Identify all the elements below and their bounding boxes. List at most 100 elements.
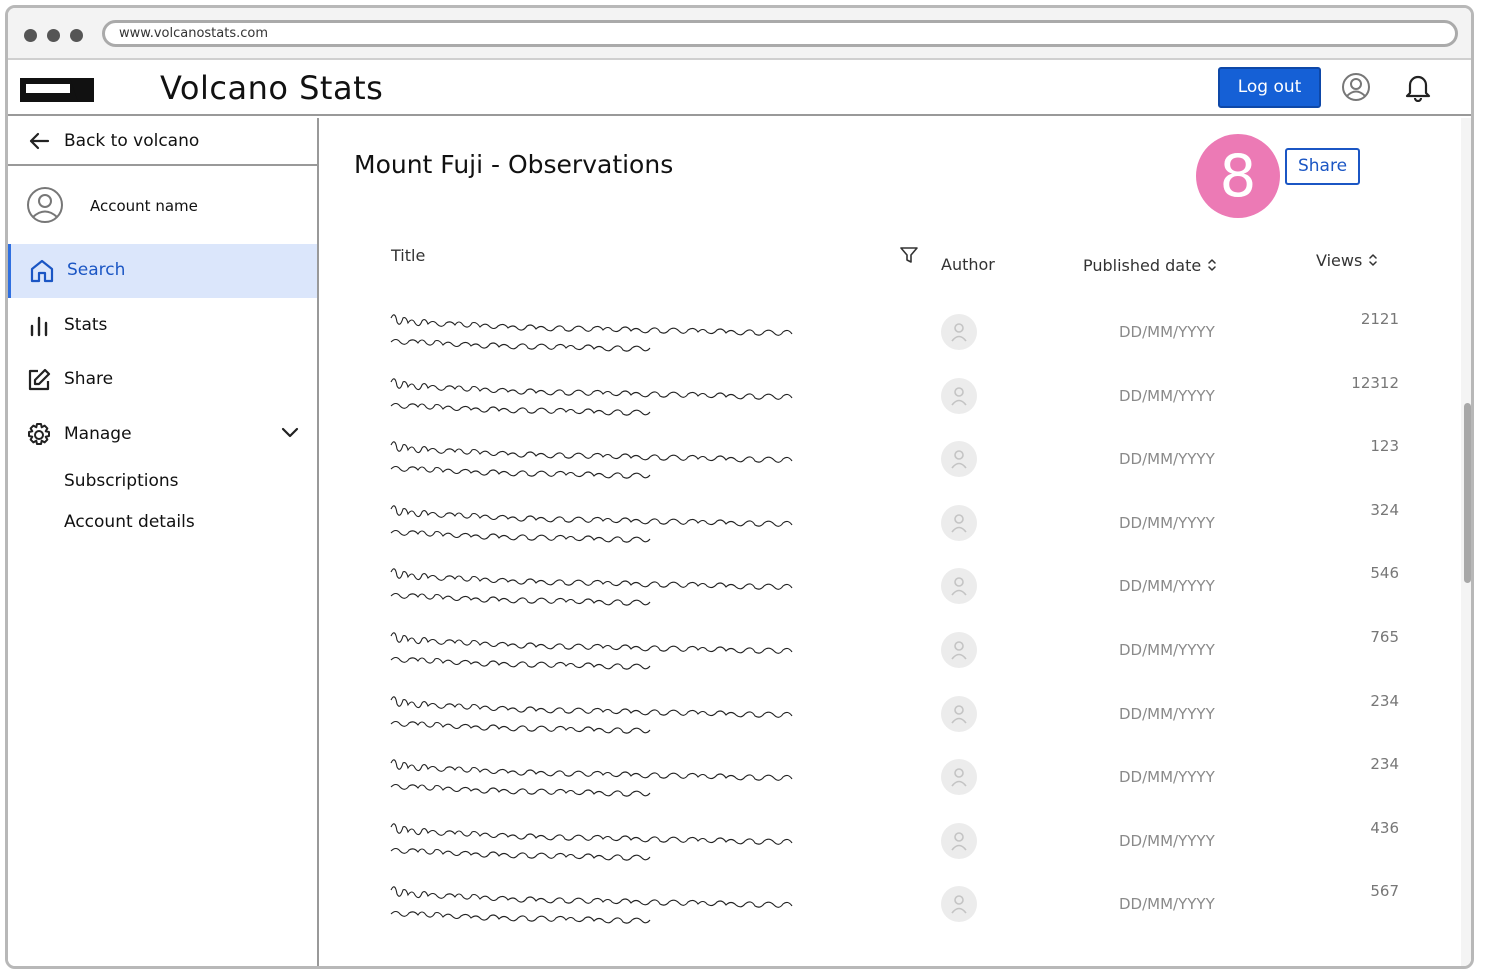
user-placeholder-icon <box>951 386 967 406</box>
column-header-author[interactable]: Author <box>941 255 995 274</box>
sidebar-item-stats[interactable]: Stats <box>8 299 317 353</box>
bar-chart-icon <box>30 316 48 337</box>
table-row[interactable]: DD/MM/YYYY 2121 <box>389 310 1399 374</box>
title-scribble <box>390 377 793 416</box>
window-close-dot[interactable] <box>24 29 37 42</box>
views-count: 234 <box>1370 691 1399 710</box>
share-button[interactable]: Share <box>1285 148 1360 185</box>
filter-icon[interactable] <box>900 246 918 264</box>
notification-bell-icon[interactable] <box>1404 72 1432 102</box>
table-row[interactable]: DD/MM/YYYY 436 <box>389 819 1399 883</box>
user-placeholder-icon <box>951 577 967 596</box>
user-placeholder-icon <box>951 768 967 787</box>
table-row[interactable]: DD/MM/YYYY 234 <box>389 755 1399 819</box>
annotation-badge: 8 <box>1196 134 1280 218</box>
author-avatar[interactable] <box>941 886 977 923</box>
published-date: DD/MM/YYYY <box>1119 513 1215 532</box>
window-minimize-dot[interactable] <box>47 29 60 42</box>
sort-icon[interactable] <box>1368 252 1378 268</box>
app-title: Volcano Stats <box>160 69 384 107</box>
views-count: 2121 <box>1360 310 1399 328</box>
views-count: 324 <box>1370 500 1399 519</box>
browser-toolbar: www.volcanostats.com <box>8 8 1471 60</box>
views-count: 12312 <box>1351 373 1399 392</box>
back-label: Back to volcano <box>64 131 200 151</box>
user-placeholder-icon <box>951 831 967 851</box>
page-title: Mount Fuji - Observations <box>354 150 674 179</box>
table-row[interactable]: DD/MM/YYYY 234 <box>389 692 1399 756</box>
sidebar-item-share[interactable]: Share <box>8 353 317 407</box>
views-count: 123 <box>1370 437 1399 456</box>
published-date: DD/MM/YYYY <box>1119 704 1215 723</box>
table-row[interactable]: DD/MM/YYYY 12312 <box>389 374 1399 438</box>
views-count: 436 <box>1370 818 1399 837</box>
chevron-down-icon[interactable] <box>280 426 300 440</box>
user-placeholder-icon <box>951 513 967 533</box>
views-count: 234 <box>1370 755 1399 774</box>
user-placeholder-icon <box>951 641 967 660</box>
author-avatar[interactable] <box>941 822 977 859</box>
table-row[interactable]: DD/MM/YYYY 546 <box>389 564 1399 628</box>
author-avatar[interactable] <box>941 377 977 414</box>
table-row[interactable]: DD/MM/YYYY 765 <box>389 628 1399 692</box>
title-scribble <box>390 441 793 479</box>
home-icon <box>30 259 54 283</box>
published-date: DD/MM/YYYY <box>1119 768 1215 787</box>
table-row[interactable]: DD/MM/YYYY 567 <box>389 882 1399 946</box>
title-scribble <box>390 632 793 670</box>
table-row[interactable]: DD/MM/YYYY 123 <box>389 437 1399 501</box>
title-scribble <box>390 759 793 797</box>
scrollbar[interactable] <box>1461 118 1471 966</box>
logo-icon <box>20 78 94 102</box>
title-scribble <box>390 314 793 352</box>
published-date: DD/MM/YYYY <box>1119 895 1215 914</box>
views-count: 765 <box>1370 628 1399 646</box>
sidebar-item-label: Stats <box>64 315 108 335</box>
sidebar-subitem-subscriptions[interactable]: Subscriptions <box>64 471 178 491</box>
app-header: Volcano Stats Log out <box>8 60 1471 116</box>
window-maximize-dot[interactable] <box>70 29 83 42</box>
account-name: Account name <box>90 197 198 215</box>
sort-icon[interactable] <box>1207 257 1217 273</box>
author-avatar[interactable] <box>941 314 977 350</box>
author-avatar[interactable] <box>941 695 977 732</box>
user-placeholder-icon <box>951 704 967 724</box>
author-avatar[interactable] <box>941 632 977 668</box>
published-date: DD/MM/YYYY <box>1119 641 1215 659</box>
account-row[interactable]: Account name <box>8 186 317 230</box>
published-date: DD/MM/YYYY <box>1119 831 1215 850</box>
column-header-published-date[interactable]: Published date <box>1083 256 1217 275</box>
sidebar-item-label: Manage <box>64 424 132 444</box>
views-count: 546 <box>1370 564 1399 583</box>
column-header-title[interactable]: Title <box>391 246 425 265</box>
user-placeholder-icon <box>951 323 967 342</box>
author-avatar[interactable] <box>941 441 977 478</box>
user-avatar-icon[interactable] <box>1341 72 1371 102</box>
author-avatar[interactable] <box>941 759 977 796</box>
sidebar-item-search[interactable]: Search <box>8 244 317 298</box>
title-scribble <box>390 505 793 543</box>
title-scribble <box>390 695 793 734</box>
user-placeholder-icon <box>951 895 967 914</box>
published-date: DD/MM/YYYY <box>1119 577 1215 596</box>
table-row[interactable]: DD/MM/YYYY 324 <box>389 501 1399 565</box>
sidebar-item-label: Share <box>64 369 114 389</box>
main-content: Mount Fuji - Observations 8 Share Title … <box>319 118 1461 966</box>
logout-button[interactable]: Log out <box>1218 67 1321 108</box>
scrollbar-thumb[interactable] <box>1464 403 1471 583</box>
arrow-left-icon <box>29 132 50 150</box>
title-scribble <box>390 886 793 925</box>
edit-icon <box>28 368 51 391</box>
views-count: 567 <box>1370 882 1399 901</box>
account-avatar-icon <box>27 187 63 223</box>
sidebar-item-manage[interactable]: Manage <box>8 408 317 462</box>
title-scribble <box>390 568 793 607</box>
sidebar-item-label: Search <box>67 260 126 280</box>
column-header-views[interactable]: Views <box>1316 251 1378 270</box>
author-avatar[interactable] <box>941 568 977 605</box>
author-avatar[interactable] <box>941 504 977 541</box>
column-header-label: Published date <box>1083 256 1202 275</box>
sidebar-subitem-account-details[interactable]: Account details <box>64 512 195 532</box>
address-bar[interactable]: www.volcanostats.com <box>102 20 1458 47</box>
back-to-volcano-link[interactable]: Back to volcano <box>8 118 317 166</box>
